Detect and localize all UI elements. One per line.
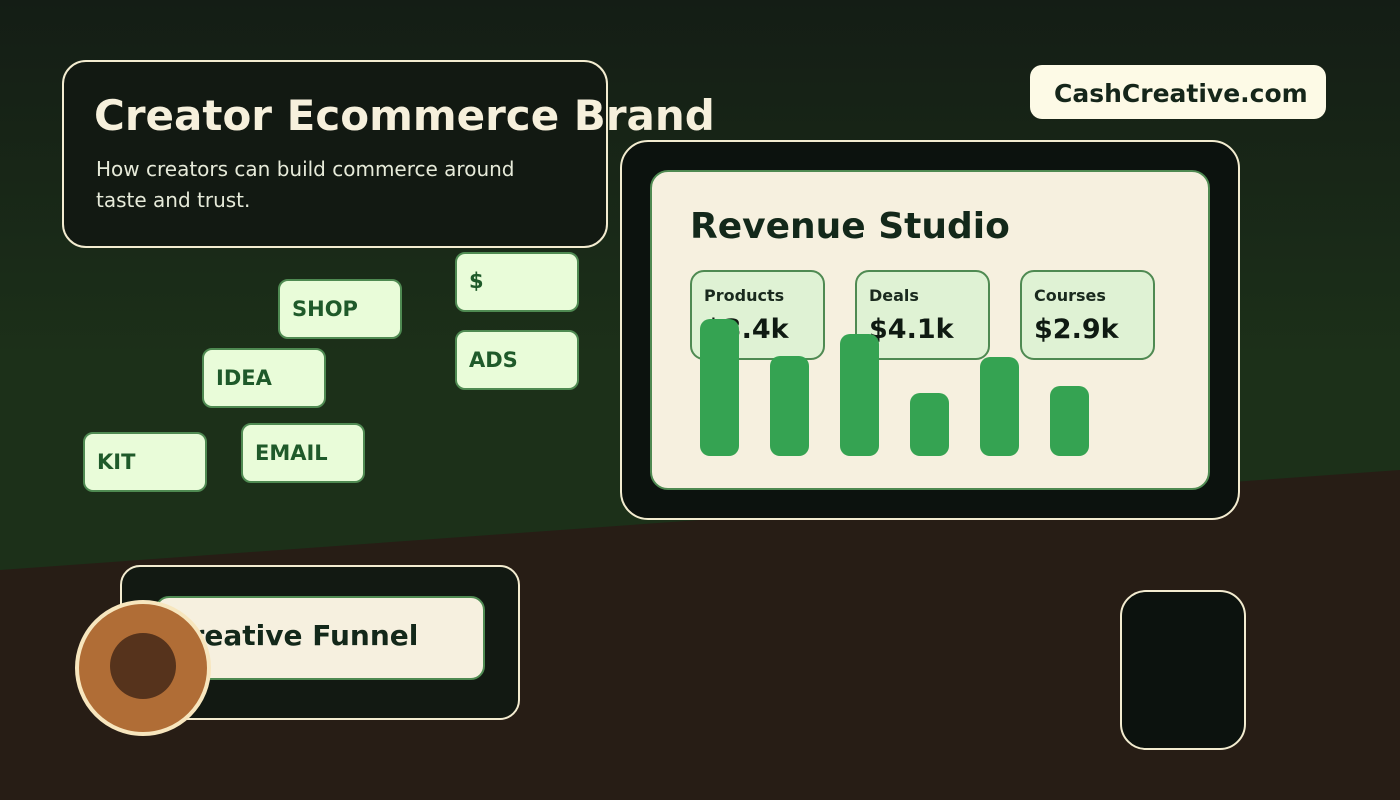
tag-ads: ADS [455, 330, 579, 390]
tag-idea: IDEA [202, 348, 326, 408]
coin-center [110, 633, 176, 699]
stat-label: Courses [1034, 286, 1106, 305]
tag-shop: SHOP [278, 279, 402, 339]
revenue-bar [840, 334, 879, 456]
tag-email: EMAIL [241, 423, 365, 483]
dashboard-title: Revenue Studio [690, 206, 1010, 247]
stat-value: $2.9k [1034, 314, 1119, 345]
revenue-bar [910, 393, 949, 456]
revenue-bar [980, 357, 1019, 456]
stat-card-courses: Courses $2.9k [1020, 270, 1155, 360]
page-subtitle: How creators can build commerce around t… [96, 157, 515, 212]
tag-dollar: $ [455, 252, 579, 312]
stat-value: $4.1k [869, 314, 954, 345]
stat-label: Deals [869, 286, 919, 305]
brand-site-label: CashCreative.com [1054, 79, 1308, 108]
revenue-bar [1050, 386, 1089, 456]
tag-kit: KIT [83, 432, 207, 492]
page-title: Creator Ecommerce Brand [94, 91, 715, 140]
phone-frame [1120, 590, 1246, 750]
stat-label: Products [704, 286, 785, 305]
revenue-bar [700, 319, 739, 456]
revenue-bar [770, 356, 809, 456]
